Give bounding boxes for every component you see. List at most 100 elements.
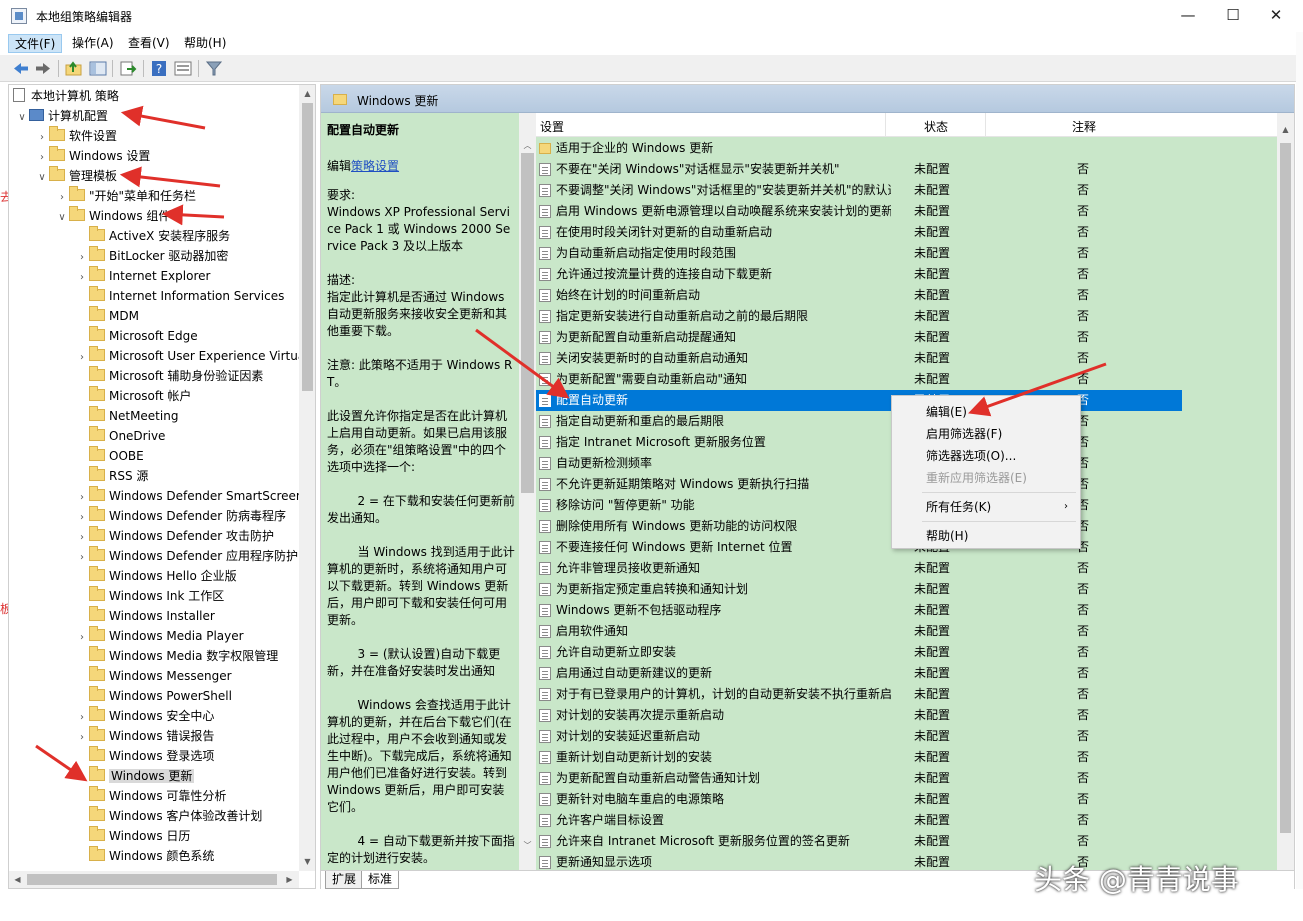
policy-tree[interactable]: 本地计算机 策略∨计算机配置›软件设置›Windows 设置∨管理模板›"开始"… [8, 84, 316, 889]
forward-icon[interactable] [33, 59, 53, 78]
close-button[interactable]: ✕ [1253, 0, 1299, 32]
settings-scrollbar[interactable]: ▲ [1277, 113, 1294, 870]
tree-item[interactable]: ›BitLocker 驱动器加密 [75, 246, 228, 266]
chevron-right-icon[interactable]: › [75, 248, 89, 268]
policy-row[interactable]: Windows 更新不包括驱动程序未配置否 [536, 600, 1277, 621]
tree-horizontal-scrollbar[interactable]: ◀ ▶ [9, 871, 299, 888]
chevron-down-icon[interactable]: ∨ [55, 208, 69, 228]
chevron-right-icon[interactable]: › [75, 488, 89, 508]
chevron-right-icon[interactable]: › [75, 508, 89, 528]
policy-row[interactable]: 对计划的安装延迟重新启动未配置否 [536, 726, 1277, 747]
tree-item[interactable]: NetMeeting [75, 406, 178, 426]
properties-icon[interactable] [173, 59, 193, 78]
scroll-up-icon[interactable]: ▲ [1277, 121, 1294, 138]
tree-item[interactable]: Windows 颜色系统 [75, 846, 214, 866]
description-scroll-thumb[interactable] [521, 153, 534, 493]
policy-row[interactable]: 适用于企业的 Windows 更新 [536, 138, 1277, 159]
policy-row[interactable]: 重新计划自动更新计划的安装未配置否 [536, 747, 1277, 768]
policy-row[interactable]: 指定更新安装进行自动重新启动之前的最后期限未配置否 [536, 306, 1277, 327]
policy-row[interactable]: 允许自动更新立即安装未配置否 [536, 642, 1277, 663]
menu-item-help[interactable]: 帮助(H) [892, 525, 1080, 547]
tree-item[interactable]: ›Windows 安全中心 [75, 706, 214, 726]
menu-view[interactable]: 查看(V) [122, 34, 176, 53]
chevron-down-icon[interactable]: ∨ [35, 168, 49, 188]
policy-row[interactable]: 为更新配置自动重新启动警告通知计划未配置否 [536, 768, 1277, 789]
column-setting[interactable]: 设置 [540, 118, 564, 135]
tree-item[interactable]: Microsoft 帐户 [75, 386, 191, 406]
policy-row[interactable]: 不要调整"关闭 Windows"对话框里的"安装更新并关机"的默认选项未配置否 [536, 180, 1277, 201]
policy-row[interactable]: 对计划的安装再次提示重新启动未配置否 [536, 705, 1277, 726]
policy-row[interactable]: 为自动重新启动指定使用时段范围未配置否 [536, 243, 1277, 264]
filter-icon[interactable] [204, 59, 224, 78]
policy-row[interactable]: 启用 Windows 更新电源管理以自动唤醒系统来安装计划的更新未配置否 [536, 201, 1277, 222]
tree-scroll-thumb[interactable] [302, 103, 313, 391]
tree-item[interactable]: Windows PowerShell [75, 686, 232, 706]
maximize-button[interactable]: ☐ [1210, 0, 1256, 32]
policy-row[interactable]: 允许通过按流量计费的连接自动下载更新未配置否 [536, 264, 1277, 285]
scroll-down-icon[interactable]: ﹀ [519, 837, 536, 854]
policy-row[interactable]: 启用通过自动更新建议的更新未配置否 [536, 663, 1277, 684]
tree-item[interactable]: ›Windows 设置 [35, 146, 150, 166]
policy-row[interactable]: 为更新指定预定重启转换和通知计划未配置否 [536, 579, 1277, 600]
tree-item[interactable]: Windows 可靠性分析 [75, 786, 226, 806]
tree-item[interactable]: Microsoft Edge [75, 326, 198, 346]
tree-item[interactable]: ›软件设置 [35, 126, 117, 146]
policy-row[interactable]: 为更新配置自动重新启动提醒通知未配置否 [536, 327, 1277, 348]
export-icon[interactable] [118, 59, 138, 78]
policy-row[interactable]: 在使用时段关闭针对更新的自动重新启动未配置否 [536, 222, 1277, 243]
up-folder-icon[interactable] [64, 59, 84, 78]
chevron-right-icon[interactable]: › [75, 548, 89, 568]
tree-item[interactable]: ∨计算机配置 [15, 106, 108, 126]
tree-item[interactable]: ›Windows Media Player [75, 626, 244, 646]
tree-item[interactable]: ›Windows Defender 攻击防护 [75, 526, 274, 546]
scroll-up-icon[interactable]: ▲ [299, 85, 316, 102]
tree-item[interactable]: ›Windows Defender 防病毒程序 [75, 506, 286, 526]
chevron-right-icon[interactable]: › [75, 268, 89, 288]
chevron-right-icon[interactable]: › [75, 528, 89, 548]
tree-item[interactable]: Windows Ink 工作区 [75, 586, 224, 606]
chevron-right-icon[interactable]: › [35, 128, 49, 148]
tree-item[interactable]: OneDrive [75, 426, 165, 446]
policy-row[interactable]: 不要在"关闭 Windows"对话框显示"安装更新并关机"未配置否 [536, 159, 1277, 180]
menu-item-all-tasks[interactable]: 所有任务(K) › [892, 496, 1080, 518]
tree-item[interactable]: MDM [75, 306, 139, 326]
scroll-up-icon[interactable]: ︿ [519, 137, 536, 154]
tree-item[interactable]: Windows Hello 企业版 [75, 566, 237, 586]
policy-row[interactable]: 配置自动更新已禁用否 [536, 390, 1182, 411]
policy-row[interactable]: 启用软件通知未配置否 [536, 621, 1277, 642]
scroll-down-icon[interactable]: ▼ [299, 853, 316, 870]
tree-item[interactable]: Windows 日历 [75, 826, 190, 846]
settings-scroll-thumb[interactable] [1280, 143, 1291, 833]
chevron-right-icon[interactable]: › [75, 708, 89, 728]
policy-row[interactable]: 允许非管理员接收更新通知未配置否 [536, 558, 1277, 579]
chevron-down-icon[interactable]: ∨ [15, 108, 29, 128]
policy-row[interactable]: 更新针对电脑车重启的电源策略未配置否 [536, 789, 1277, 810]
tree-item[interactable]: ›"开始"菜单和任务栏 [55, 186, 196, 206]
tab-standard[interactable]: 标准 [361, 871, 399, 889]
tree-item[interactable]: Windows 登录选项 [75, 746, 214, 766]
tree-item[interactable]: Windows Media 数字权限管理 [75, 646, 278, 666]
policy-row[interactable]: 始终在计划的时间重新启动未配置否 [536, 285, 1277, 306]
column-note[interactable]: 注释 [1072, 118, 1096, 135]
tree-item[interactable]: 本地计算机 策略 [13, 86, 119, 106]
description-scrollbar[interactable]: ︿ ﹀ [519, 113, 536, 870]
tree-item[interactable]: Internet Information Services [75, 286, 284, 306]
policy-row[interactable]: 允许来自 Intranet Microsoft 更新服务位置的签名更新未配置否 [536, 831, 1277, 852]
menu-item-filter-options[interactable]: 筛选器选项(O)... [892, 445, 1080, 467]
chevron-right-icon[interactable]: › [75, 628, 89, 648]
tree-vertical-scrollbar[interactable]: ▲ ▼ [299, 85, 316, 871]
tree-item[interactable]: ∨管理模板 [35, 166, 117, 186]
chevron-right-icon[interactable]: › [35, 148, 49, 168]
tree-item[interactable]: ›Internet Explorer [75, 266, 210, 286]
tree-item[interactable]: ∨Windows 组件 [55, 206, 170, 226]
menu-item-enable-filter[interactable]: 启用筛选器(F) [892, 423, 1080, 445]
tree-item[interactable]: RSS 源 [75, 466, 148, 486]
policy-row[interactable]: 关闭安装更新时的自动重新启动通知未配置否 [536, 348, 1277, 369]
tree-item[interactable]: OOBE [75, 446, 144, 466]
column-state[interactable]: 状态 [924, 118, 948, 135]
chevron-right-icon[interactable]: › [75, 348, 89, 368]
menu-action[interactable]: 操作(A) [66, 34, 120, 53]
back-icon[interactable] [11, 59, 31, 78]
edit-policy-link[interactable]: 策略设置 [351, 159, 399, 173]
menu-help[interactable]: 帮助(H) [178, 34, 232, 53]
